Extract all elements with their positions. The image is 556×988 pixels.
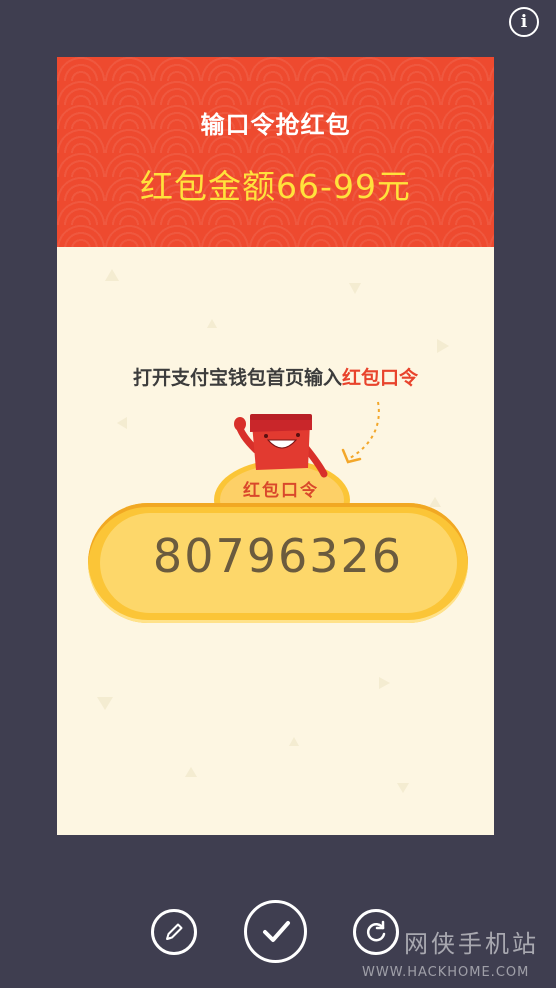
card-header: 输口令抢红包 红包金额66-99元 bbox=[57, 57, 494, 247]
red-packet-code: 80796326 bbox=[152, 529, 404, 583]
header-amount: 红包金额66-99元 bbox=[140, 167, 411, 206]
instruction-highlight: 红包口令 bbox=[342, 367, 419, 389]
confetti-decoration bbox=[97, 697, 113, 710]
confetti-decoration bbox=[117, 417, 127, 429]
confetti-decoration bbox=[207, 319, 217, 328]
instruction-text: 打开支付宝钱包首页输入红包口令 bbox=[57, 363, 494, 390]
watermark-site: WWW.HACKHOME.COM bbox=[362, 965, 530, 980]
pencil-icon bbox=[166, 923, 183, 940]
confetti-decoration bbox=[289, 737, 299, 746]
confetti-decoration bbox=[185, 767, 197, 777]
confirm-button[interactable] bbox=[244, 900, 307, 963]
confetti-decoration bbox=[105, 269, 119, 281]
coin-label: 红包口令 bbox=[243, 481, 319, 501]
info-icon: i bbox=[520, 12, 528, 32]
confetti-decoration bbox=[349, 283, 361, 294]
refresh-button[interactable] bbox=[353, 909, 399, 955]
red-packet-card: 输口令抢红包 红包金额66-99元 bbox=[57, 57, 494, 835]
confetti-decoration bbox=[429, 497, 441, 507]
watermark-chinese: 网侠手机站 bbox=[404, 930, 539, 958]
refresh-icon bbox=[366, 920, 386, 942]
confetti-decoration bbox=[437, 339, 449, 353]
instruction-prefix: 打开支付宝钱包首页输入 bbox=[132, 367, 342, 389]
info-button[interactable]: i bbox=[509, 7, 539, 37]
edit-button[interactable] bbox=[151, 909, 197, 955]
header-title: 输口令抢红包 bbox=[200, 111, 351, 139]
confetti-decoration bbox=[379, 677, 390, 689]
confetti-decoration bbox=[397, 783, 409, 793]
checkmark-icon bbox=[262, 920, 290, 942]
